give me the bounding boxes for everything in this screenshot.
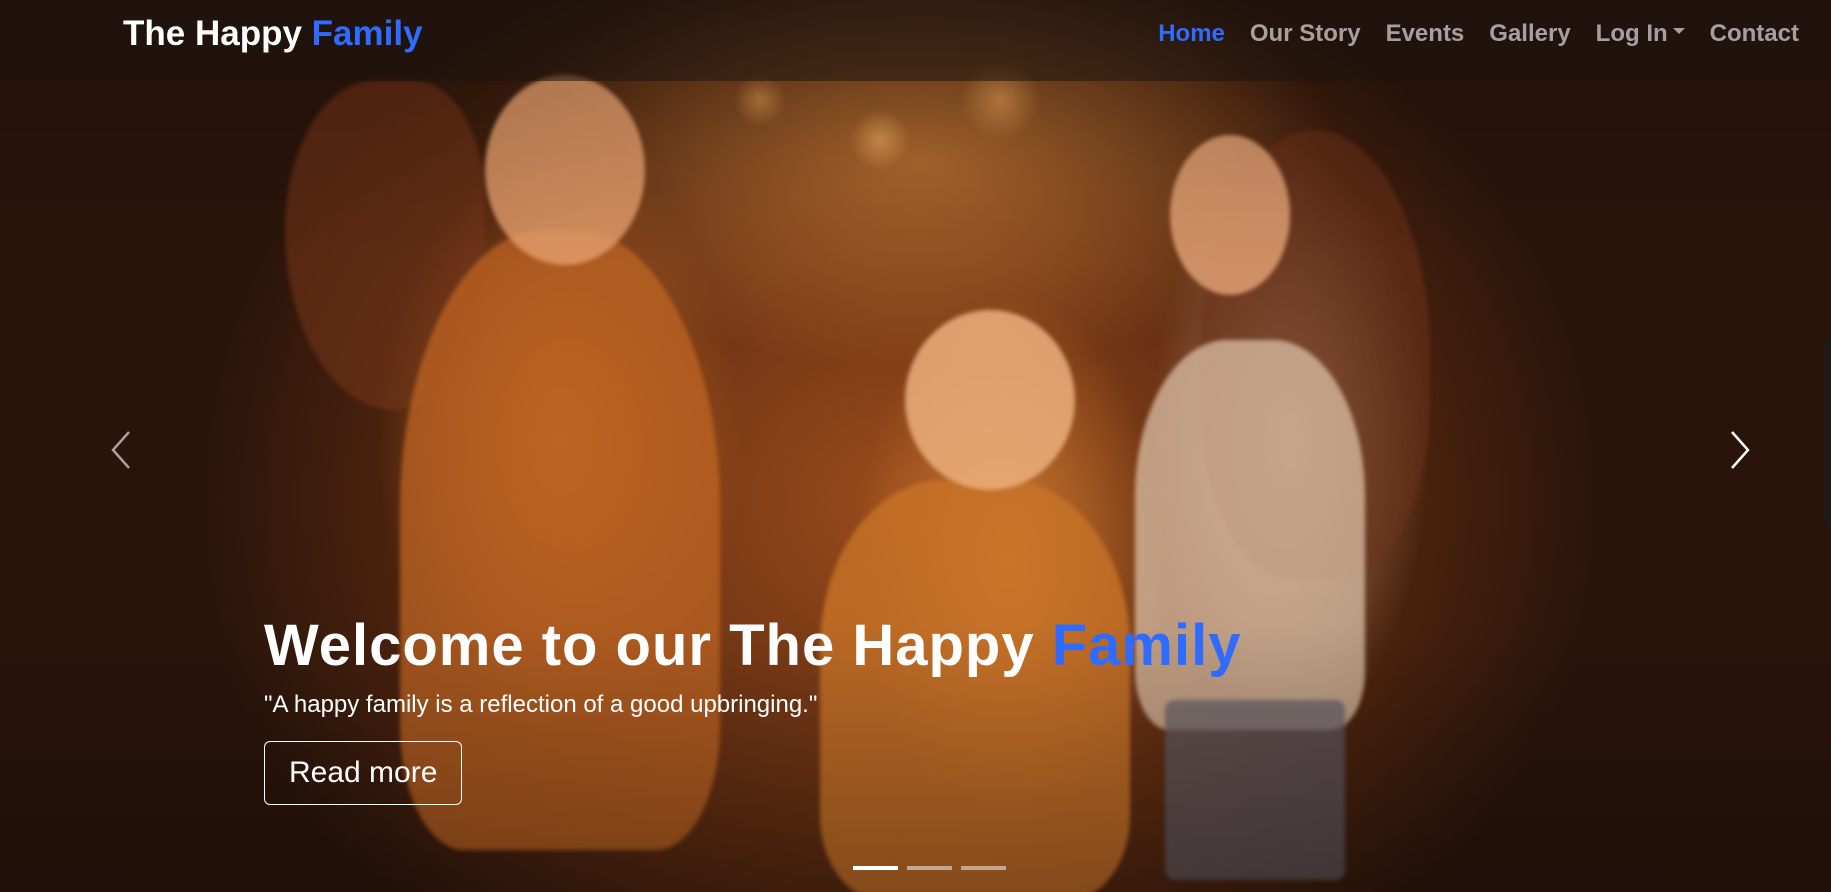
hero-photo-figure [1170, 135, 1290, 295]
carousel-caption: Welcome to our The Happy Family "A happy… [264, 612, 1241, 805]
brand-main-text: The Happy [123, 14, 302, 53]
carousel-indicator-1[interactable] [853, 866, 898, 870]
hero-quote: "A happy family is a reflection of a goo… [264, 691, 818, 718]
nav-link-home[interactable]: Home [1158, 20, 1225, 47]
carousel-prev-button[interactable] [101, 420, 141, 480]
brand-logo[interactable]: The Happy Family [123, 14, 423, 54]
chevron-right-icon [1731, 431, 1750, 469]
chevron-left-icon [111, 431, 130, 469]
navbar: The Happy Family Home Our Story Events G… [0, 0, 1831, 81]
hero-carousel: The Happy Family Home Our Story Events G… [0, 0, 1831, 892]
nav-links: Home Our Story Events Gallery Log In Con… [1133, 20, 1799, 48]
hero-title-accent: Family [1051, 613, 1242, 678]
caret-down-icon [1672, 27, 1685, 34]
nav-link-our-story[interactable]: Our Story [1250, 20, 1361, 47]
nav-link-contact[interactable]: Contact [1710, 20, 1799, 47]
nav-link-login-dropdown[interactable]: Log In [1596, 20, 1685, 47]
hero-title-main: Welcome to our The Happy [264, 613, 1035, 678]
carousel-indicators [853, 866, 1006, 870]
nav-link-login-label: Log In [1595, 20, 1668, 47]
hero-title: Welcome to our The Happy Family [264, 612, 1241, 679]
nav-link-gallery[interactable]: Gallery [1489, 20, 1570, 47]
carousel-next-button[interactable] [1720, 420, 1760, 480]
nav-link-events[interactable]: Events [1386, 20, 1465, 47]
carousel-indicator-2[interactable] [907, 866, 952, 870]
read-more-button[interactable]: Read more [264, 741, 463, 805]
side-edge-tab[interactable] [1825, 338, 1831, 528]
hero-photo-figure [485, 75, 645, 265]
hero-photo-figure [905, 310, 1075, 490]
brand-accent-text: Family [311, 14, 423, 53]
carousel-indicator-3[interactable] [961, 866, 1006, 870]
